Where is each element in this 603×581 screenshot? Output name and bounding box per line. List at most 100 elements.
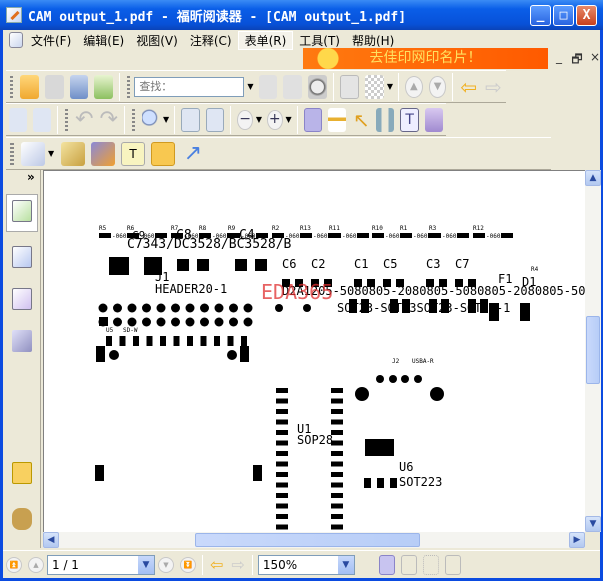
ad-banner[interactable]: 去佳印网印名片！ — [303, 48, 548, 69]
back-arrow-icon[interactable]: ⇦ — [459, 75, 478, 99]
separator — [230, 105, 232, 134]
search-magnifier-icon[interactable] — [308, 74, 327, 99]
next-page-icon[interactable]: ▼ — [428, 75, 447, 98]
annotations-icon[interactable] — [12, 288, 32, 310]
maximize-button[interactable]: □ — [553, 5, 574, 26]
comments-icon[interactable] — [12, 462, 32, 484]
sot-pad — [349, 299, 357, 313]
first-page-icon[interactable]: ⏫ — [6, 556, 22, 573]
menu-file[interactable]: 文件(F) — [25, 32, 77, 49]
menu-edit[interactable]: 编辑(E) — [77, 32, 130, 49]
page-number-combo[interactable]: 1 / 1 ▼ — [47, 554, 155, 575]
forward-arrow-icon[interactable]: ⇨ — [231, 555, 244, 574]
document-view[interactable]: R5 -0603 R6 -0603 R7 -0603 R8 -0603 R9 -0603 R2 -06… — [43, 170, 585, 532]
zoom-plus-dropdown-icon[interactable]: ▼ — [286, 115, 292, 124]
scroll-down-button[interactable]: ▼ — [585, 516, 601, 532]
background-dropdown-icon[interactable]: ▼ — [387, 82, 393, 91]
search-dropdown-icon[interactable]: ▼ — [247, 82, 253, 91]
fit-page-icon[interactable] — [181, 107, 200, 132]
zoom-out-dropdown-icon[interactable]: ▼ — [256, 115, 262, 124]
zoom-combo[interactable]: 150% ▼ — [257, 554, 355, 575]
facing-icon[interactable] — [422, 554, 439, 575]
note-dropdown-icon[interactable]: ▼ — [48, 149, 56, 158]
find-next-icon[interactable] — [283, 74, 303, 99]
toolbar-grip[interactable] — [131, 108, 135, 131]
attachment-icon[interactable] — [61, 141, 85, 166]
sot223-tab — [365, 439, 394, 456]
previous-page-icon[interactable]: ▲ — [405, 75, 423, 98]
zoom-plus-icon[interactable]: + — [267, 109, 283, 130]
typewriter-icon[interactable] — [91, 141, 115, 166]
menu-help[interactable]: 帮助(H) — [346, 32, 400, 49]
note-pen-icon[interactable] — [21, 141, 45, 166]
snapshot-page-icon[interactable] — [339, 74, 360, 99]
rotate-right-page-icon[interactable] — [33, 107, 52, 132]
save-icon[interactable] — [44, 74, 64, 99]
menu-bar: 文件(F) 编辑(E) 视图(V) 注释(C) 表单(R) 工具(T) 帮助(H… — [3, 30, 600, 50]
find-previous-icon[interactable] — [258, 74, 278, 99]
attachments-icon[interactable] — [12, 508, 32, 530]
doc-restore-button[interactable]: 🗗 — [569, 50, 585, 66]
reader-glasses-icon[interactable] — [328, 107, 347, 132]
doc-minimize-button[interactable]: _ — [551, 50, 567, 66]
zoom-in-icon[interactable] — [142, 107, 161, 132]
binoculars-icon[interactable] — [376, 107, 395, 132]
layers-icon[interactable] — [12, 330, 32, 352]
scroll-left-button[interactable]: ◀ — [43, 532, 59, 548]
toolbar-grip[interactable] — [65, 108, 69, 131]
sop-pad — [276, 419, 288, 425]
rotate-left-page-icon[interactable] — [9, 107, 28, 132]
single-page-icon[interactable] — [378, 554, 395, 575]
prev-page-status-icon[interactable]: ▲ — [28, 556, 44, 573]
resistor-package: -0603 — [486, 233, 504, 240]
textbox-icon[interactable]: T — [121, 141, 145, 166]
pages-icon[interactable] — [12, 246, 32, 268]
scroll-up-button[interactable]: ▲ — [585, 170, 601, 186]
pad-round — [401, 375, 409, 383]
camera-icon[interactable] — [424, 107, 443, 132]
print-icon[interactable] — [69, 74, 89, 99]
select-arrow-icon[interactable]: ↖ — [352, 108, 370, 132]
vertical-scroll-thumb[interactable] — [586, 316, 600, 384]
menu-tools[interactable]: 工具(T) — [293, 32, 346, 49]
toolbar-grip[interactable] — [127, 75, 131, 98]
email-icon[interactable] — [94, 74, 114, 99]
back-arrow-icon[interactable]: ⇦ — [210, 555, 223, 574]
fit-width-icon[interactable] — [205, 107, 225, 132]
menu-form[interactable]: 表单(R) — [237, 30, 294, 50]
continuous-icon[interactable] — [400, 554, 417, 575]
next-page-status-icon[interactable]: ▼ — [158, 556, 174, 573]
open-icon[interactable] — [20, 74, 39, 99]
close-button[interactable]: X — [576, 5, 597, 26]
search-input[interactable] — [134, 76, 245, 97]
scroll-right-button[interactable]: ▶ — [569, 532, 585, 548]
menu-comment[interactable]: 注释(C) — [184, 32, 238, 49]
hand-tool-icon[interactable] — [303, 107, 323, 132]
redo-icon[interactable]: ↷ — [100, 107, 118, 132]
forward-arrow-icon[interactable]: ⇨ — [484, 75, 503, 99]
doc-close-button[interactable]: × — [587, 50, 603, 66]
chevron-down-icon[interactable]: ▼ — [138, 555, 154, 574]
menu-view[interactable]: 视图(V) — [130, 32, 184, 49]
toolbar-grip[interactable] — [10, 75, 14, 98]
minimize-button[interactable]: _ — [530, 5, 551, 26]
continuous-facing-icon[interactable] — [444, 554, 461, 575]
zoom-out-icon[interactable]: − — [237, 109, 253, 130]
text-select-icon[interactable]: T — [400, 107, 419, 132]
zoom-dropdown-icon[interactable]: ▼ — [163, 115, 169, 124]
callout-icon[interactable] — [151, 141, 175, 166]
sop-pad — [331, 503, 343, 509]
chevron-down-icon[interactable]: ▼ — [337, 555, 354, 574]
undo-icon[interactable]: ↶ — [75, 107, 93, 132]
background-icon[interactable] — [365, 74, 384, 99]
toolbar-grip[interactable] — [10, 142, 14, 165]
vertical-scrollbar[interactable]: ▲ ▼ — [585, 170, 601, 532]
resistor-label: R2 — [272, 225, 280, 232]
expand-panel-button[interactable]: » — [27, 170, 35, 184]
last-page-icon[interactable]: ⏬ — [180, 556, 196, 573]
horizontal-scroll-thumb[interactable] — [195, 533, 420, 547]
bookmarks-icon[interactable] — [12, 200, 32, 222]
horizontal-scrollbar[interactable]: ◀ ▶ — [43, 532, 585, 548]
arrow-annotation-icon[interactable]: ↗ — [181, 141, 205, 166]
resistor-pad — [372, 233, 384, 238]
